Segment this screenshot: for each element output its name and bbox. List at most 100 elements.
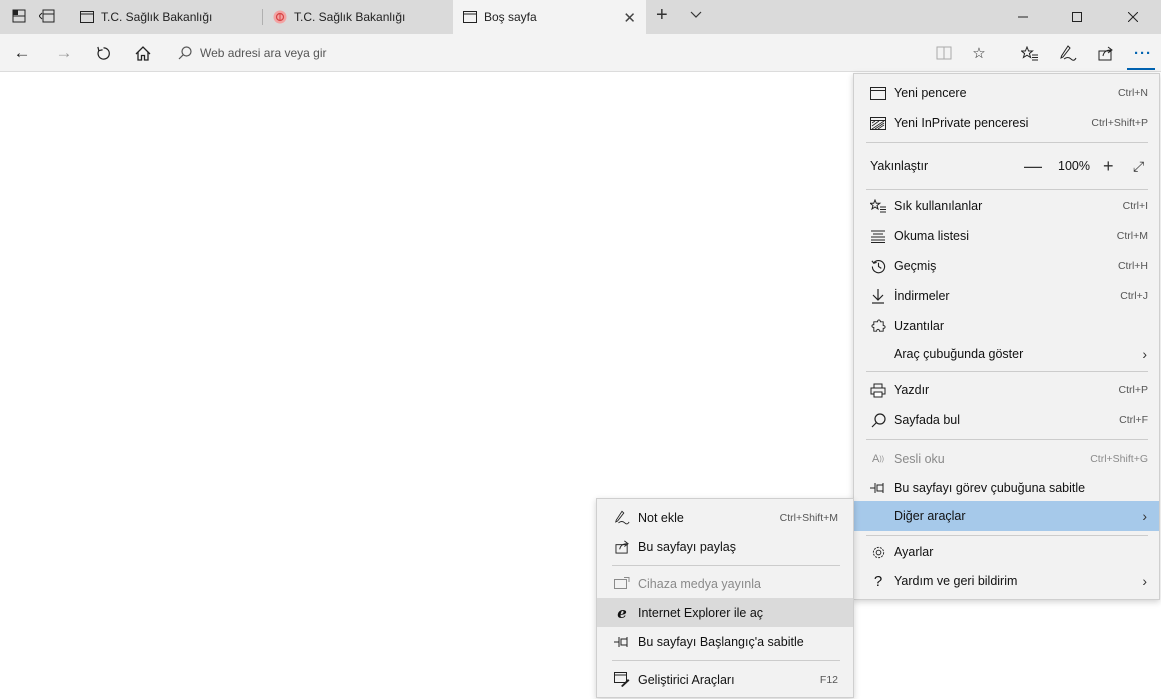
zoom-out-icon[interactable]: — [1024, 156, 1042, 177]
set-tabs-aside-icon[interactable] [10, 7, 28, 25]
menu-label: Diğer araçlar [894, 509, 966, 523]
menu-item-show-in-toolbar[interactable]: Araç çubuğunda göster › [854, 339, 1159, 369]
home-icon[interactable] [131, 42, 155, 64]
menu-item-pin-taskbar[interactable]: Bu sayfayı görev çubuğuna sabitle [854, 473, 1159, 503]
zoom-value: 100% [1058, 159, 1090, 173]
refresh-icon[interactable] [91, 42, 115, 64]
read-aloud-icon: A)) [871, 453, 884, 465]
shortcut: Ctrl+Shift+P [1091, 117, 1148, 129]
forward-arrow-icon[interactable]: → [52, 42, 76, 64]
chevron-right-icon: › [1142, 508, 1147, 524]
menu-item-more-tools[interactable]: Diğer araçlar › [854, 501, 1159, 531]
menu-separator [612, 565, 840, 566]
menu-label: İndirmeler [894, 289, 950, 303]
address-input[interactable] [200, 46, 800, 60]
reading-list-icon [870, 228, 886, 244]
menu-label: Yeni pencere [894, 86, 967, 100]
menu-item-extensions[interactable]: Uzantılar [854, 311, 1159, 341]
menu-label: Sayfada bul [894, 413, 961, 427]
tab-saglik-2[interactable]: T.C. Sağlık Bakanlığı [263, 0, 453, 34]
pen-note-icon [614, 510, 630, 526]
inprivate-window-icon [870, 115, 886, 131]
menu-item-downloads[interactable]: İndirmeler Ctrl+J [854, 281, 1159, 311]
share-icon [614, 539, 630, 555]
submenu-item-add-note[interactable]: Not ekle Ctrl+Shift+M [597, 503, 853, 532]
menu-item-print[interactable]: Yazdır Ctrl+P [854, 375, 1159, 405]
submenu-label: Bu sayfayı paylaş [638, 539, 736, 554]
reading-view-icon[interactable] [931, 42, 957, 64]
tab-saglik-1[interactable]: T.C. Sağlık Bakanlığı [70, 0, 260, 34]
menu-label: Ayarlar [894, 545, 934, 559]
fullscreen-icon[interactable]: ⤢ [1133, 158, 1144, 175]
page-icon [463, 10, 477, 24]
tab-bar: T.C. Sağlık Bakanlığı T.C. Sağlık Bakanl… [0, 0, 1161, 34]
submenu-item-pin-start[interactable]: Bu sayfayı Başlangıç'a sabitle [597, 627, 853, 656]
maximize-icon[interactable] [1054, 0, 1100, 34]
zoom-in-icon[interactable]: + [1103, 156, 1114, 177]
more-options-icon[interactable]: ··· [1130, 42, 1156, 64]
shortcut: Ctrl+I [1122, 200, 1148, 212]
ministry-logo-icon [273, 10, 287, 24]
menu-separator [866, 371, 1148, 372]
submenu-item-dev-tools[interactable]: Geliştirici Araçları F12 [597, 665, 853, 694]
submenu-label: Not ekle [638, 510, 684, 525]
menu-item-read-aloud: A)) Sesli oku Ctrl+Shift+G [854, 444, 1159, 474]
menu-item-settings[interactable]: Ayarlar [854, 537, 1159, 567]
menu-item-inprivate[interactable]: Yeni InPrivate penceresi Ctrl+Shift+P [854, 108, 1159, 138]
menu-separator [612, 660, 840, 661]
menu-label: Yazdır [894, 383, 930, 397]
favorites-hub-icon[interactable] [1017, 42, 1043, 64]
close-tab-icon[interactable]: ✕ [623, 9, 636, 27]
submenu-item-cast: Cihaza medya yayınla [597, 569, 853, 598]
shortcut: Ctrl+H [1117, 260, 1148, 272]
shortcut: F12 [819, 673, 838, 686]
menu-separator [866, 142, 1148, 143]
minimize-icon[interactable] [1000, 0, 1046, 34]
star-icon[interactable]: ☆ [966, 42, 992, 64]
pin-icon [614, 634, 630, 650]
active-indicator [1127, 68, 1155, 70]
menu-item-help[interactable]: ? Yardım ve geri bildirim › [854, 566, 1159, 596]
developer-tools-icon [614, 672, 630, 688]
history-icon [870, 258, 886, 274]
shortcut: Ctrl+M [1116, 230, 1148, 242]
menu-label: Yardım ve geri bildirim [894, 574, 1018, 588]
internet-explorer-icon: e [617, 603, 627, 622]
shortcut: Ctrl+F [1119, 414, 1148, 426]
menu-label: Araç çubuğunda göster [894, 347, 1024, 361]
submenu-item-open-ie[interactable]: e Internet Explorer ile aç [597, 598, 853, 627]
download-icon [870, 288, 886, 304]
new-tab-icon[interactable]: + [656, 4, 668, 27]
settings-menu: Yeni pencere Ctrl+N Yeni InPrivate pence… [853, 73, 1160, 600]
shortcut: Ctrl+N [1117, 87, 1148, 99]
close-window-icon[interactable] [1110, 0, 1156, 34]
address-bar[interactable] [178, 40, 998, 66]
menu-item-reading-list[interactable]: Okuma listesi Ctrl+M [854, 221, 1159, 251]
pen-note-icon[interactable] [1055, 42, 1081, 64]
question-icon: ? [873, 572, 883, 590]
search-icon [178, 46, 192, 60]
menu-item-favorites[interactable]: Sık kullanılanlar Ctrl+I [854, 191, 1159, 221]
show-tabs-aside-icon[interactable] [38, 7, 56, 25]
menu-separator [866, 189, 1148, 190]
gear-icon [870, 544, 886, 560]
submenu-item-share[interactable]: Bu sayfayı paylaş [597, 532, 853, 561]
tab-title: T.C. Sağlık Bakanlığı [101, 10, 213, 24]
menu-item-find[interactable]: Sayfada bul Ctrl+F [854, 405, 1159, 435]
menu-label: Uzantılar [894, 319, 945, 333]
menu-label: Yeni InPrivate penceresi [894, 116, 1029, 130]
tab-bos-sayfa[interactable]: Boş sayfa ✕ [453, 0, 646, 34]
back-arrow-icon[interactable]: ← [10, 42, 34, 64]
menu-item-new-window[interactable]: Yeni pencere Ctrl+N [854, 78, 1159, 108]
chevron-down-icon[interactable] [690, 8, 702, 22]
window-icon [870, 85, 886, 101]
menu-label: Okuma listesi [894, 229, 970, 243]
pin-icon [870, 480, 886, 496]
menu-item-history[interactable]: Geçmiş Ctrl+H [854, 251, 1159, 281]
page-icon [80, 10, 94, 24]
share-icon[interactable] [1093, 42, 1119, 64]
submenu-label: Internet Explorer ile aç [638, 605, 764, 620]
chevron-right-icon: › [1142, 573, 1147, 589]
tab-title: Boş sayfa [484, 10, 537, 24]
chevron-right-icon: › [1142, 346, 1147, 362]
